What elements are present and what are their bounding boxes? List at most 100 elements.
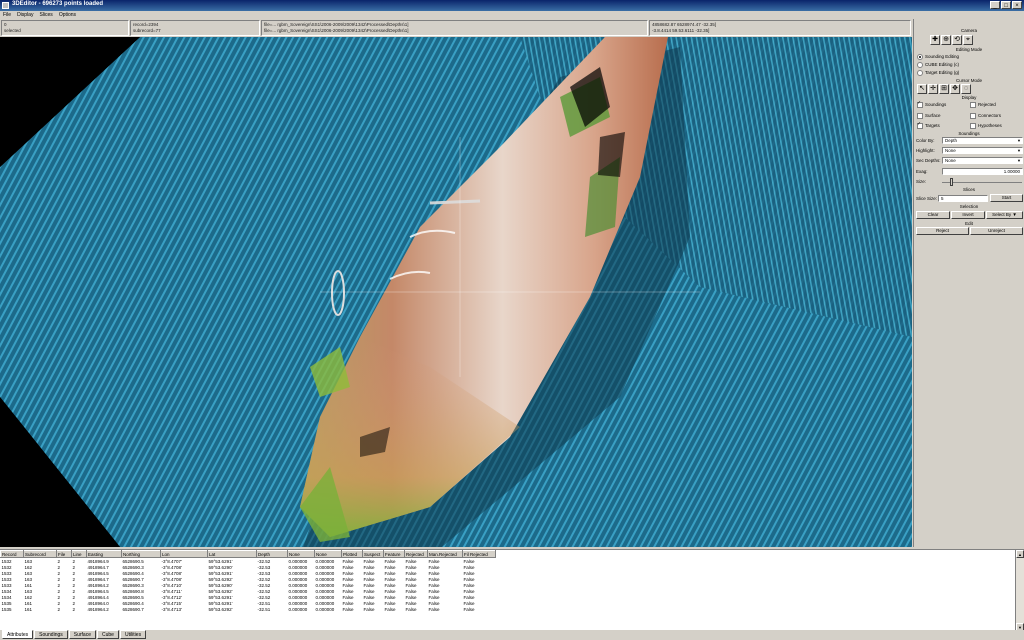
app-icon	[2, 2, 9, 9]
menu-slices[interactable]: Slices	[39, 11, 52, 19]
table-cell: False	[384, 606, 396, 612]
table-cell: False	[428, 606, 440, 612]
cursor-select-icon[interactable]: ✛	[928, 84, 938, 94]
minimize-button[interactable]: _	[990, 1, 1000, 9]
tab-cube[interactable]: Cube	[97, 630, 119, 639]
tab-surface[interactable]: Surface	[68, 630, 96, 639]
column-header[interactable]: Suspect	[362, 550, 384, 558]
maximize-button[interactable]: □	[1001, 1, 1011, 9]
table-header-row: Record Subrecord File Line Easting Northing Lo…	[0, 550, 496, 558]
column-header[interactable]: Record	[0, 550, 24, 558]
menu-options[interactable]: Options	[59, 11, 76, 19]
color-by-select[interactable]: Depth ▼	[942, 137, 1023, 144]
cursor-pan-icon[interactable]: ✥	[950, 84, 960, 94]
hypotheses-label: Hypotheses	[978, 123, 1002, 129]
soundings-title: Soundings	[958, 131, 980, 136]
soundings-label: Soundings	[925, 102, 947, 108]
column-header[interactable]: File	[56, 550, 72, 558]
size-slider-track[interactable]	[942, 182, 1022, 183]
column-header[interactable]: Depth	[256, 550, 288, 558]
mode-target-label: Target Editing (g)	[925, 70, 960, 76]
table-row[interactable]: 1535 161 2 2 4918964.2 6528690.7 -3°8.4713' 59°…	[1, 606, 496, 612]
column-header[interactable]: Man.Rejected	[427, 550, 463, 558]
attributes-table: Record Subrecord File Line Easting Northing Lo…	[0, 549, 1024, 631]
column-header[interactable]: None	[287, 550, 315, 558]
size-slider-handle[interactable]	[950, 178, 953, 186]
table-cell: 0.000000	[315, 606, 335, 612]
menu-bar: File Display Slices Options	[0, 11, 1024, 19]
slice-size-input[interactable]: 5	[938, 195, 988, 202]
attributes-grid[interactable]: Record Subrecord File Line Easting Northing Lo…	[0, 550, 496, 612]
tab-attributes[interactable]: Attributes	[2, 630, 34, 639]
cursor-lasso-icon[interactable]: ◌	[961, 84, 971, 94]
display-rejected[interactable]: Rejected	[970, 102, 996, 108]
column-header[interactable]: Rejected	[404, 550, 428, 558]
mode-target-radio[interactable]	[917, 70, 923, 76]
column-header[interactable]: None	[314, 550, 342, 558]
menu-file[interactable]: File	[3, 11, 11, 19]
camera-rotate-icon[interactable]: ⟲	[952, 35, 962, 45]
chevron-down-icon: ▼	[1017, 158, 1021, 163]
mode-sounding-radio[interactable]	[917, 54, 923, 60]
targets-checkbox[interactable]	[917, 121, 923, 129]
scroll-up-icon[interactable]: ▲	[1016, 550, 1024, 558]
3d-view[interactable]	[0, 37, 912, 547]
exag-input[interactable]: 1.00000	[942, 168, 1023, 175]
editing-mode-title: Editing Mode	[955, 47, 983, 52]
column-header[interactable]: Northing	[121, 550, 161, 558]
mode-cube[interactable]: CUBE Editing (c)	[917, 62, 959, 68]
mode-cube-radio[interactable]	[917, 62, 923, 68]
display-targets[interactable]: Targets	[917, 121, 940, 129]
table-scrollbar[interactable]: ▲ ▼	[1015, 550, 1024, 631]
close-button[interactable]: ×	[1012, 1, 1022, 9]
exag-label: Exag:	[916, 169, 928, 174]
surface-checkbox[interactable]	[917, 113, 923, 119]
window-controls: _ □ ×	[990, 1, 1022, 9]
display-connectors[interactable]: Connectors	[970, 113, 1001, 119]
highlight-select[interactable]: None ▼	[942, 147, 1023, 154]
column-header[interactable]: Feature	[383, 550, 405, 558]
sec-depths-value: None	[945, 158, 956, 163]
point-cloud-canvas[interactable]	[0, 37, 912, 547]
position-geographic: -3.8.4414 59.53.6111 -32.35]	[652, 28, 710, 33]
start-button[interactable]: Start	[990, 194, 1023, 202]
column-header[interactable]: Easting	[86, 550, 122, 558]
camera-zoom-icon[interactable]: ⊕	[941, 35, 951, 45]
menu-display[interactable]: Display	[17, 11, 33, 19]
cursor-add-icon[interactable]: ⊞	[939, 84, 949, 94]
column-header[interactable]: Lat	[207, 550, 257, 558]
display-surface[interactable]: Surface	[917, 113, 941, 119]
title-bar: 3DEditor - 696273 points loaded _ □ ×	[0, 0, 1024, 11]
display-hypotheses[interactable]: Hypotheses	[970, 123, 1002, 129]
targets-label: Targets	[925, 123, 940, 129]
mode-sounding[interactable]: Sounding Editing	[917, 54, 959, 60]
soundings-checkbox[interactable]	[917, 100, 923, 108]
column-header[interactable]: Subrecord	[23, 550, 57, 558]
reject-button[interactable]: Reject	[916, 227, 969, 235]
column-header[interactable]: Line	[71, 550, 87, 558]
select-by-button[interactable]: Select By ▼	[986, 211, 1023, 219]
color-by-value: Depth	[945, 138, 958, 143]
column-header[interactable]: Plotted	[341, 550, 363, 558]
table-cell: 2	[57, 606, 61, 612]
table-cell: False	[342, 606, 354, 612]
column-header[interactable]: Lon	[160, 550, 208, 558]
sec-depths-select[interactable]: None ▼	[942, 157, 1023, 164]
display-soundings[interactable]: Soundings	[917, 100, 947, 108]
invert-button[interactable]: Invert	[951, 211, 985, 219]
mode-target[interactable]: Target Editing (g)	[917, 70, 959, 76]
cursor-pointer-icon[interactable]: ↖	[917, 84, 927, 94]
rejected-checkbox[interactable]	[970, 102, 976, 108]
table-cell: 0.000000	[288, 606, 308, 612]
camera-reset-icon[interactable]: ⌖	[963, 35, 973, 45]
tab-soundings[interactable]: Soundings	[34, 630, 68, 639]
tab-utilities[interactable]: Utilities	[119, 630, 147, 639]
column-header[interactable]: Fil Rejected	[462, 550, 496, 558]
color-by-label: Color By:	[916, 138, 935, 143]
hypotheses-checkbox[interactable]	[970, 123, 976, 129]
unreject-button[interactable]: Unreject	[970, 227, 1023, 235]
clear-button[interactable]: Clear	[916, 211, 950, 219]
slice-size-label: Slice Size:	[916, 196, 938, 201]
camera-move-icon[interactable]: ✚	[930, 35, 940, 45]
connectors-checkbox[interactable]	[970, 113, 976, 119]
